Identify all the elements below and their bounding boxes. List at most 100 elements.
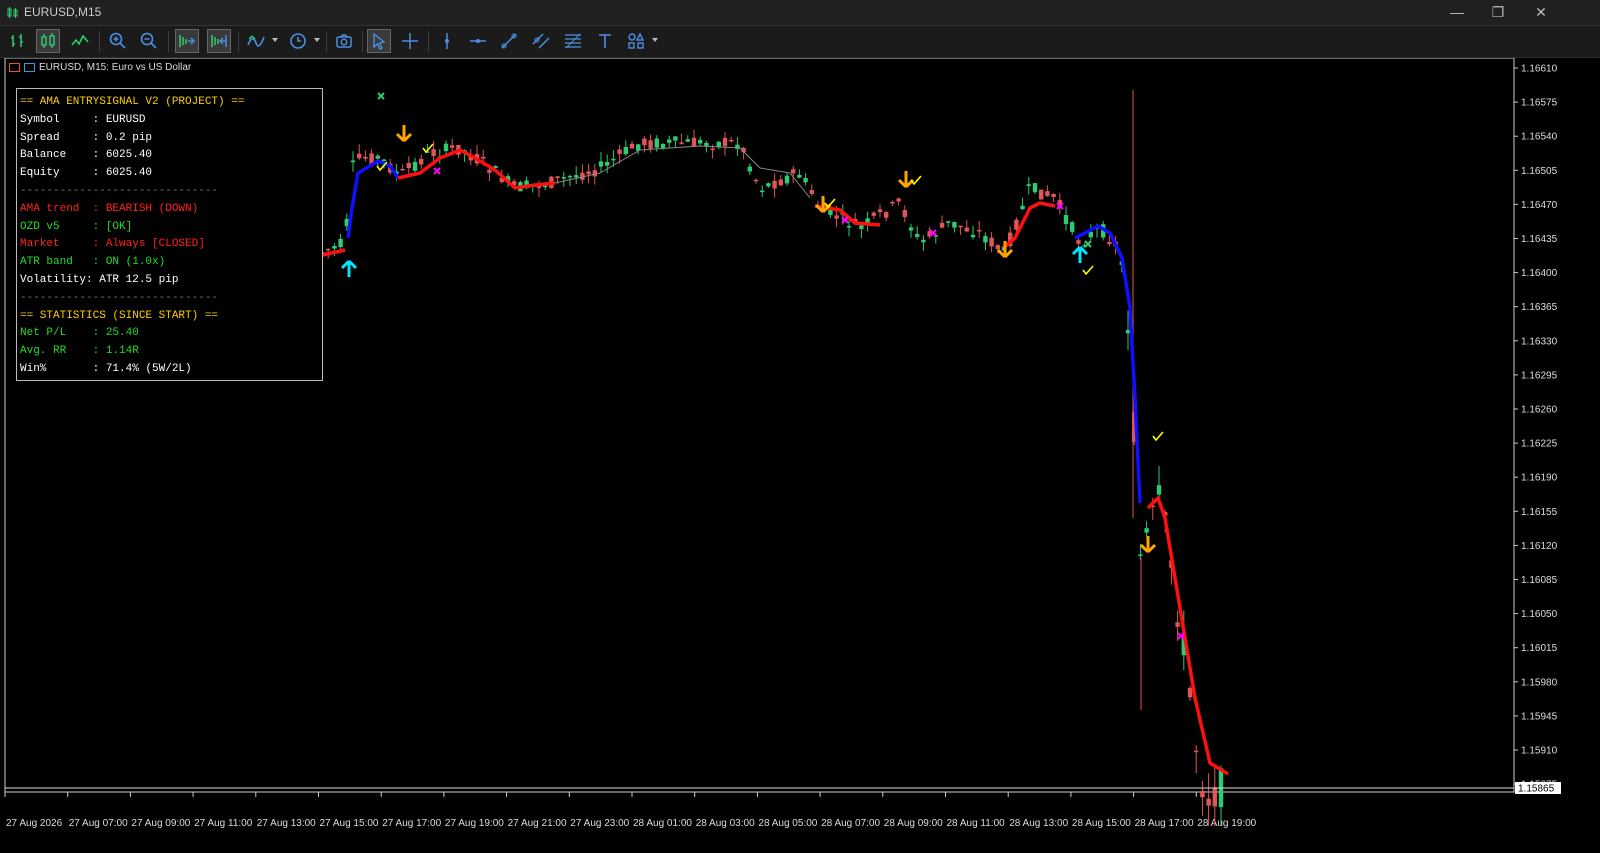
- candle-body: [1020, 205, 1025, 210]
- candle-body: [890, 201, 895, 204]
- price-tick-label: 1.16330: [1521, 336, 1558, 347]
- text-icon[interactable]: [593, 29, 617, 53]
- close-button[interactable]: ✕: [1518, 0, 1564, 25]
- one-click-trading-icon[interactable]: [9, 63, 20, 72]
- buy-arrow-icon: [1071, 245, 1089, 263]
- zoom-out-icon[interactable]: [137, 29, 161, 53]
- time-tick-label: 27 Aug 15:00: [320, 818, 379, 829]
- shapes-icon[interactable]: [624, 29, 648, 53]
- panel-row: Equity : 6025.40: [20, 167, 153, 180]
- exit-x-icon: [377, 92, 385, 100]
- price-chart[interactable]: 1.16610 1.16575 1.16540 1.16505 1.16470 1.164…: [0, 58, 1600, 853]
- price-tick-label: 1.16120: [1521, 541, 1558, 552]
- indicators-icon[interactable]: [244, 29, 268, 53]
- exit-x-icon: [433, 167, 441, 175]
- trendline-icon[interactable]: [497, 29, 521, 53]
- price-tick-label: 1.16365: [1521, 302, 1558, 313]
- screenshot-icon[interactable]: [332, 29, 356, 53]
- zoom-in-icon[interactable]: [106, 29, 130, 53]
- candle-body: [567, 175, 573, 178]
- candle-body: [1051, 193, 1056, 198]
- candle-body: [629, 143, 635, 149]
- time-tick-label: 27 Aug 07:00: [69, 818, 128, 829]
- candle-body: [778, 179, 783, 186]
- candle-body: [1187, 687, 1193, 698]
- vertical-line-icon[interactable]: [435, 29, 459, 53]
- time-tick-label: 27 Aug 21:00: [508, 818, 567, 829]
- candle-body: [605, 161, 610, 166]
- buy-arrow-icon: [340, 259, 358, 277]
- candle-body: [784, 175, 790, 184]
- window-title: EURUSD,M15: [24, 5, 102, 19]
- candlestick-icon[interactable]: [36, 29, 60, 53]
- candle-body: [443, 143, 449, 152]
- chart-header: EURUSD, M15: Euro vs US Dollar: [9, 62, 191, 73]
- time-tick-label: 28 Aug 13:00: [1009, 818, 1068, 829]
- panel-row: Market : Always [CLOSED]: [20, 238, 205, 251]
- time-tick-label: 28 Aug 11:00: [947, 818, 1006, 829]
- candle-body: [1032, 183, 1038, 193]
- price-tick-label: 1.16015: [1521, 643, 1558, 654]
- candle-body: [642, 138, 647, 146]
- time-tick-label: 27 Aug 13:00: [257, 818, 316, 829]
- candle-body: [729, 139, 734, 142]
- autoscroll-icon[interactable]: [175, 29, 199, 53]
- candle-body: [846, 226, 852, 228]
- minimize-button[interactable]: —: [1434, 0, 1480, 25]
- candle-body: [487, 169, 492, 173]
- chevron-down-icon[interactable]: [652, 38, 658, 42]
- panel-row: ------------------------------: [20, 291, 219, 304]
- time-tick-label: 27 Aug 17:00: [382, 818, 441, 829]
- candle-body: [648, 140, 653, 149]
- candle-body: [1045, 191, 1050, 196]
- price-tick-label: 1.16575: [1521, 98, 1558, 109]
- candle-body: [698, 139, 703, 144]
- time-tick-label: 28 Aug 07:00: [821, 818, 880, 829]
- cursor-icon[interactable]: [367, 29, 391, 53]
- price-tick-label: 1.16050: [1521, 609, 1558, 620]
- line-chart-icon[interactable]: [68, 29, 92, 53]
- candle-body: [1014, 219, 1019, 230]
- chart-shift-icon[interactable]: [207, 29, 231, 53]
- equidistant-channel-icon[interactable]: [529, 29, 553, 53]
- candle-body: [1138, 554, 1143, 556]
- ama-line-down: [1146, 496, 1229, 776]
- time-tick-label: 28 Aug 15:00: [1072, 818, 1131, 829]
- candle-body: [760, 190, 765, 193]
- panel-row: ATR band : ON (1.0x): [20, 256, 166, 269]
- candle-body: [964, 227, 969, 232]
- candle-body: [1039, 189, 1044, 200]
- chevron-down-icon[interactable]: [314, 38, 320, 42]
- candle-body: [673, 136, 678, 141]
- periods-icon[interactable]: [286, 29, 310, 53]
- horizontal-line-icon[interactable]: [466, 29, 490, 53]
- candle-body: [1175, 622, 1180, 627]
- candlestick-app-icon: [7, 7, 18, 18]
- candle-body: [1026, 184, 1031, 186]
- panel-row: Balance : 6025.40: [20, 149, 153, 162]
- ama-info-panel: == AMA ENTRYSIGNAL V2 (PROJECT) == Symbol…: [16, 88, 323, 381]
- candle-body: [946, 221, 951, 223]
- sell-arrow-icon: [1139, 536, 1157, 554]
- time-tick-label: 27 Aug 11:00: [194, 818, 253, 829]
- candle-body: [1063, 215, 1069, 225]
- candle-body: [1107, 242, 1112, 245]
- panel-row: OZD v5 : [OK]: [20, 220, 133, 233]
- fibonacci-icon[interactable]: [561, 29, 585, 53]
- candle-body: [915, 233, 920, 237]
- price-tick-label: 1.16155: [1521, 507, 1558, 518]
- candle-body: [772, 180, 777, 189]
- ama-line-down: [1001, 201, 1056, 250]
- price-tick-label: 1.16400: [1521, 268, 1558, 279]
- price-tick-label: 1.16505: [1521, 166, 1558, 177]
- time-tick-label: 27 Aug 19:00: [445, 818, 504, 829]
- restore-button[interactable]: ❐: [1475, 0, 1521, 25]
- bar-chart-icon[interactable]: [6, 29, 30, 53]
- candle-body: [561, 177, 566, 179]
- candle-body: [871, 212, 876, 216]
- chevron-down-icon[interactable]: [272, 38, 278, 42]
- candle-body: [574, 175, 579, 178]
- candle-body: [419, 158, 424, 165]
- candle-body: [617, 149, 622, 154]
- crosshair-icon[interactable]: [398, 29, 422, 53]
